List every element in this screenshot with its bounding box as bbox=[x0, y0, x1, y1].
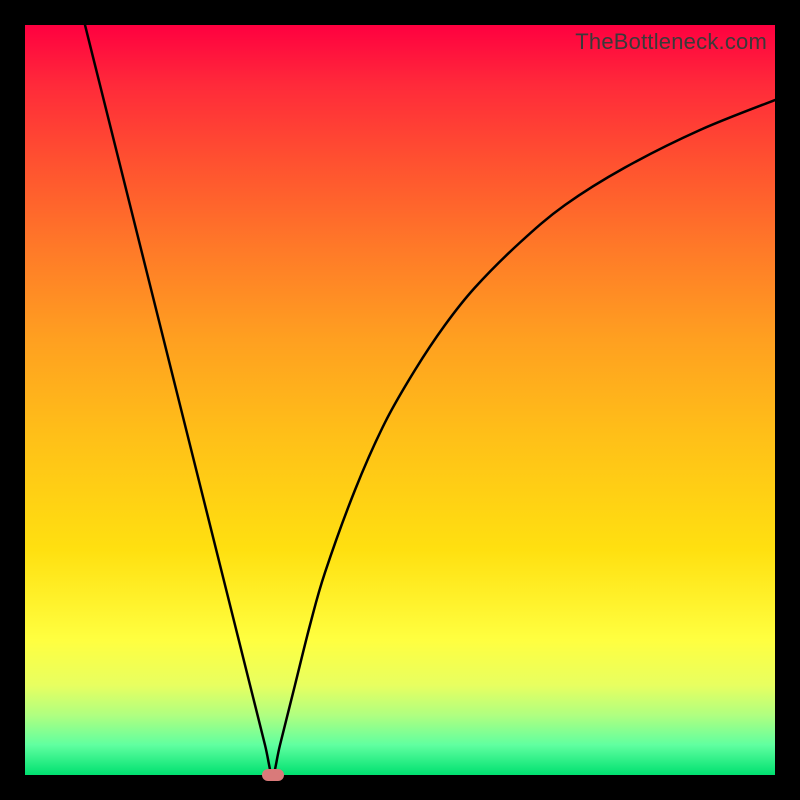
optimal-point-marker bbox=[262, 769, 284, 781]
chart-plot-area: TheBottleneck.com bbox=[25, 25, 775, 775]
bottleneck-curve bbox=[25, 25, 775, 775]
